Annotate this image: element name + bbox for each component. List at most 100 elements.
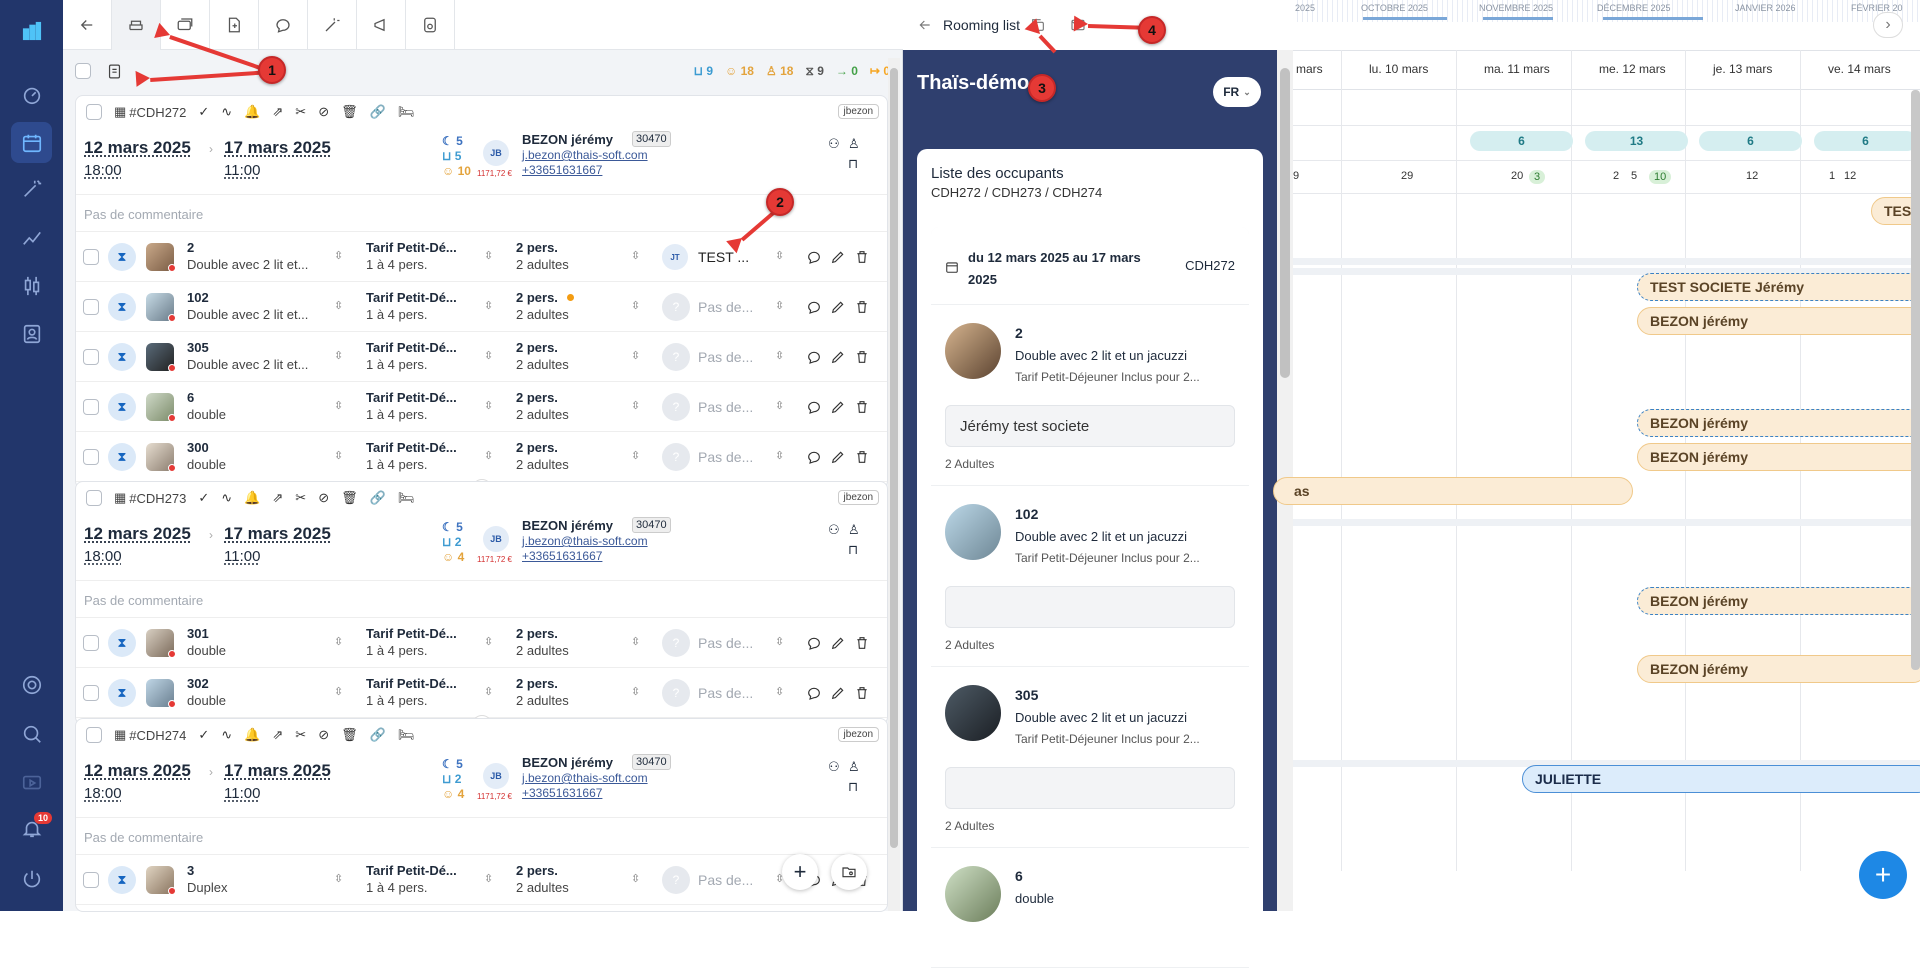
unknown-occupant-avatar[interactable]: ? — [662, 343, 690, 371]
occupancy-pill[interactable]: 6 — [1699, 131, 1802, 151]
occupant-name[interactable]: Pas de... — [698, 635, 753, 651]
start-date[interactable]: 12 mars 2025 — [84, 138, 191, 158]
guest-avatar[interactable]: JB — [483, 140, 509, 166]
persons-select-chevron[interactable]: ⇳ — [631, 872, 640, 885]
month-label[interactable]: OCTOBRE 2025 — [1361, 3, 1428, 13]
contact-user-icon[interactable]: ♙ — [848, 759, 860, 775]
occupant-select-chevron[interactable]: ⇳ — [775, 399, 784, 412]
edit-icon[interactable] — [830, 399, 846, 415]
back-arrow-icon[interactable] — [917, 17, 933, 33]
month-label[interactable]: FÉVRIER 20 — [1851, 3, 1903, 13]
search-room-button[interactable] — [831, 854, 867, 890]
day-header[interactable]: lu. 10 mars — [1369, 62, 1428, 76]
booking-bar[interactable]: BEZON jérémy — [1637, 655, 1920, 683]
contact-user-icon[interactable]: ♙ — [848, 522, 860, 538]
chart-icon[interactable]: ∿ — [221, 490, 232, 506]
hourglass-icon[interactable]: ⧗ — [108, 393, 136, 421]
day-header[interactable]: ve. 14 mars — [1828, 62, 1891, 76]
check-icon[interactable]: ✓ — [198, 104, 209, 120]
app-logo-icon[interactable] — [19, 18, 45, 44]
month-label[interactable]: 2025 — [1295, 3, 1315, 13]
assign-user-icon[interactable]: ⚇ — [828, 522, 840, 538]
persons-select-chevron[interactable]: ⇳ — [631, 299, 640, 312]
room-select-chevron[interactable]: ⇳ — [334, 349, 343, 362]
delete-icon[interactable] — [854, 349, 870, 365]
edit-icon[interactable] — [830, 449, 846, 465]
comment-icon[interactable] — [806, 399, 822, 415]
rate-select-chevron[interactable]: ⇳ — [484, 349, 493, 362]
external-link-icon[interactable]: ⇗ — [272, 104, 283, 120]
room-select-chevron[interactable]: ⇳ — [334, 249, 343, 262]
room-bed-icon[interactable]: ⊓ — [848, 779, 858, 795]
room-select-chevron[interactable]: ⇳ — [334, 399, 343, 412]
unknown-occupant-avatar[interactable]: ? — [662, 293, 690, 321]
guest-email[interactable]: j.bezon@thais-soft.com — [522, 148, 648, 162]
occupant-name[interactable]: Pas de... — [698, 872, 753, 888]
persons-select-chevron[interactable]: ⇳ — [631, 399, 640, 412]
room-checkbox[interactable] — [83, 249, 99, 265]
room-checkbox[interactable] — [83, 449, 99, 465]
tab-invoice[interactable] — [210, 0, 259, 50]
start-time[interactable]: 18:00 — [84, 548, 122, 565]
guest-phone[interactable]: +33651631667 — [522, 163, 602, 177]
month-label[interactable]: DÉCEMBRE 2025 — [1597, 3, 1671, 13]
delete-icon[interactable] — [854, 685, 870, 701]
day-header[interactable]: mars — [1296, 62, 1323, 76]
delete-icon[interactable] — [854, 449, 870, 465]
room-bed-icon[interactable]: ⊓ — [848, 156, 858, 172]
persons-select-chevron[interactable]: ⇳ — [631, 635, 640, 648]
occupant-avatar[interactable]: JT — [662, 244, 688, 270]
room-checkbox[interactable] — [83, 635, 99, 651]
start-time[interactable]: 18:00 — [84, 162, 122, 179]
comment-icon[interactable] — [806, 449, 822, 465]
rate-select-chevron[interactable]: ⇳ — [484, 299, 493, 312]
contact-icon[interactable] — [19, 321, 45, 347]
day-header[interactable]: ma. 11 mars — [1484, 62, 1550, 76]
occupancy-pill[interactable]: 13 — [1585, 131, 1688, 151]
occupant-name-input[interactable] — [945, 586, 1235, 628]
link-icon[interactable]: 🔗 — [370, 490, 386, 506]
room-select-chevron[interactable]: ⇳ — [334, 872, 343, 885]
room-select-chevron[interactable]: ⇳ — [334, 635, 343, 648]
reservation-checkbox[interactable] — [86, 104, 102, 120]
unknown-occupant-avatar[interactable]: ? — [662, 866, 690, 894]
select-all-checkbox[interactable] — [75, 63, 91, 79]
edit-icon[interactable] — [830, 349, 846, 365]
room-checkbox[interactable] — [83, 872, 99, 888]
rate-select-chevron[interactable]: ⇳ — [484, 872, 493, 885]
external-link-icon[interactable]: ⇗ — [272, 490, 283, 506]
add-room-button[interactable]: + — [782, 854, 818, 890]
room-checkbox[interactable] — [83, 299, 99, 315]
hourglass-icon[interactable]: ⧗ — [108, 679, 136, 707]
end-time[interactable]: 11:00 — [224, 548, 260, 565]
unknown-occupant-avatar[interactable]: ? — [662, 393, 690, 421]
month-label[interactable]: NOVEMBRE 2025 — [1479, 3, 1553, 13]
room-select-chevron[interactable]: ⇳ — [334, 449, 343, 462]
assign-user-icon[interactable]: ⚇ — [828, 759, 840, 775]
start-date[interactable]: 12 mars 2025 — [84, 524, 191, 544]
guest-email[interactable]: j.bezon@thais-soft.com — [522, 534, 648, 548]
occupant-name-input[interactable] — [945, 767, 1235, 809]
guest-avatar[interactable]: JB — [483, 763, 509, 789]
booking-bar[interactable]: JULIETTE — [1522, 765, 1920, 793]
persons-select-chevron[interactable]: ⇳ — [631, 249, 640, 262]
occupant-name[interactable]: Pas de... — [698, 349, 753, 365]
guest-name[interactable]: BEZON jérémy — [522, 755, 613, 770]
video-icon[interactable] — [19, 770, 45, 796]
booking-bar[interactable]: TEST SOCIETE Jérémy — [1637, 273, 1920, 301]
guest-name[interactable]: BEZON jérémy — [522, 518, 613, 533]
hourglass-icon[interactable]: ⧗ — [108, 343, 136, 371]
occupant-name[interactable]: Pas de... — [698, 449, 753, 465]
comment-icon[interactable] — [806, 299, 822, 315]
occupant-name[interactable]: Pas de... — [698, 685, 753, 701]
comment-icon[interactable] — [806, 635, 822, 651]
calendar-icon[interactable] — [11, 122, 52, 163]
link-icon[interactable]: 🔗 — [370, 104, 386, 120]
occupant-select-chevron[interactable]: ⇳ — [775, 299, 784, 312]
rate-select-chevron[interactable]: ⇳ — [484, 635, 493, 648]
edit-icon[interactable] — [830, 635, 846, 651]
rate-select-chevron[interactable]: ⇳ — [484, 685, 493, 698]
occupant-select-chevron[interactable]: ⇳ — [775, 249, 784, 262]
settings-sliders-icon[interactable] — [19, 273, 45, 299]
day-header[interactable]: je. 13 mars — [1713, 62, 1772, 76]
